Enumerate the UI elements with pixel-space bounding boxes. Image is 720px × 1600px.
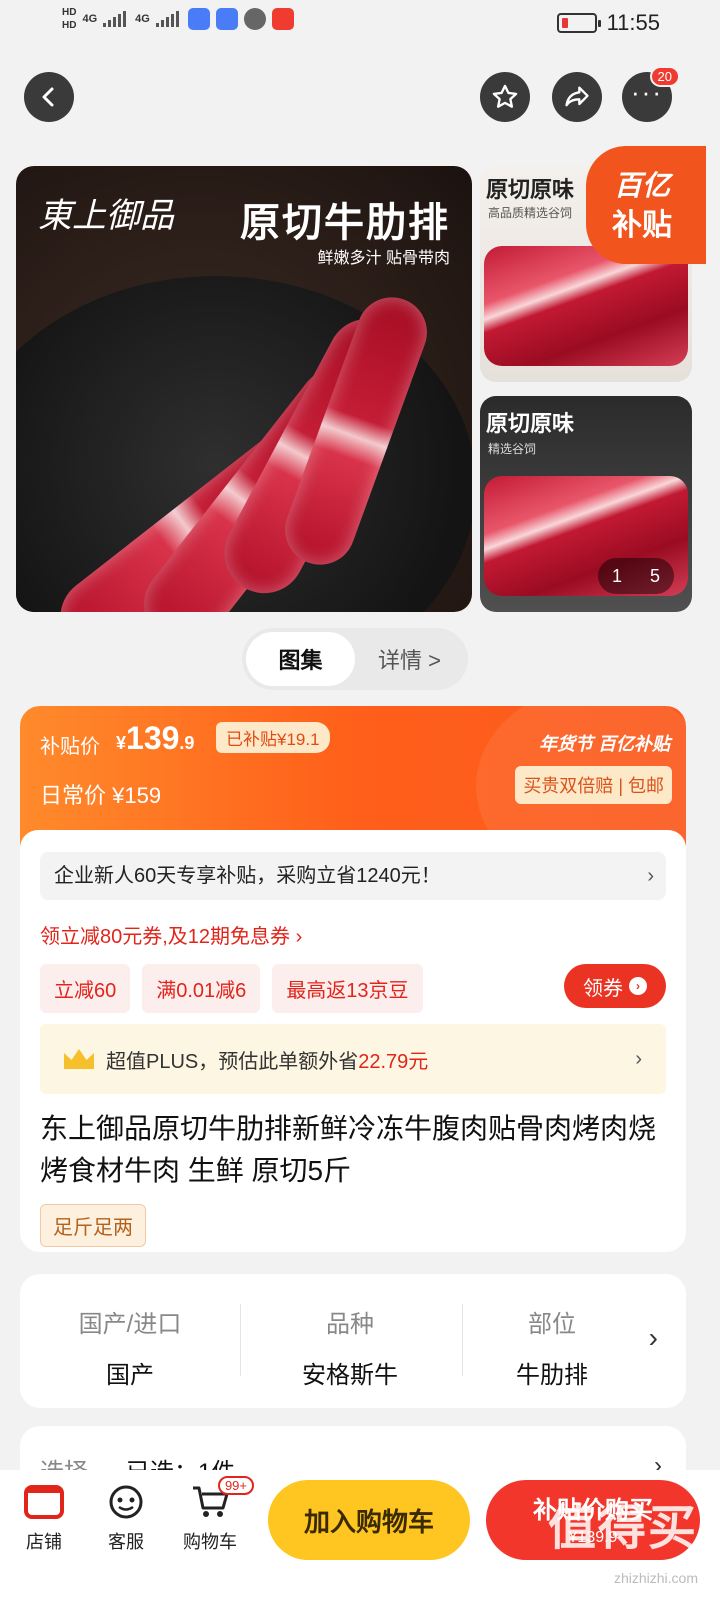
spec-value: 国产 — [106, 1362, 154, 1389]
spec-breed: 品种 安格斯牛 — [240, 1304, 460, 1390]
app-notification-icon — [187, 8, 210, 30]
store-label: 店铺 — [26, 1532, 62, 1552]
discount-chip[interactable]: 最高返13京豆 — [272, 964, 423, 1013]
hd-label-1: HD — [62, 7, 77, 18]
price-card: 补贴价 ¥139.9 已补贴¥19.1 日常价 ¥159 年货节 百亿补贴 买贵… — [20, 706, 686, 1252]
share-button[interactable] — [552, 72, 602, 122]
battery-icon — [556, 13, 601, 33]
thumbnail-2-title: 原切原味 — [486, 411, 575, 436]
cart-badge: 99+ — [217, 1476, 254, 1495]
gallery-detail-tabs: 图集 详情 > — [242, 628, 468, 690]
signal-icon-2 — [155, 11, 182, 27]
more-button[interactable]: ··· 20 — [622, 66, 680, 122]
service-label: 客服 — [108, 1532, 144, 1552]
clock: 11:55 — [606, 10, 660, 35]
watermark-url: zhizhizhi.com — [613, 1570, 698, 1586]
tab-gallery[interactable]: 图集 — [246, 632, 355, 686]
app-notification-icon-3 — [271, 8, 294, 30]
spec-card[interactable]: 国产/进口 国产 品种 安格斯牛 部位 牛肋排 › — [20, 1274, 686, 1408]
status-left: HD HD 4G 4G — [62, 6, 294, 32]
guarantee-badge[interactable]: 买贵双倍赔 | 包邮 — [515, 766, 672, 804]
hero-title: 原切牛肋排 — [240, 201, 450, 245]
subsidy-tag-line-1: 百亿 — [614, 170, 671, 201]
chevron-right-icon: › — [647, 865, 654, 887]
thumbnail-1-subtitle: 高品质精选谷饲 — [488, 206, 573, 220]
subsidy-tag-line-2: 补贴 — [612, 209, 672, 242]
back-arrow-icon — [42, 87, 54, 107]
store-icon — [24, 1484, 64, 1520]
subsidy-price: ¥139.9 — [116, 720, 194, 757]
subsidy-price-label: 补贴价 — [40, 736, 100, 758]
product-title: 东上御品原切牛肋排新鲜冷冻牛腹肉贴骨肉烤肉烧烤食材牛肉 生鲜 原切5斤 — [40, 1113, 657, 1186]
signal-1-label: 4G — [82, 13, 98, 25]
discount-chips: 立减60 满0.01减6 最高返13京豆 — [40, 964, 423, 1013]
daily-price: 日常价 ¥159 — [40, 778, 161, 810]
hero-subtitle: 鲜嫩多汁 贴骨带肉 — [317, 250, 450, 267]
chevron-right-icon: › — [635, 1047, 642, 1070]
hd-indicator: HD HD — [62, 6, 76, 32]
more-badge: 20 — [649, 66, 680, 87]
product-hero-image[interactable]: 東上御品 原切牛肋排 鲜嫩多汁 贴骨带肉 — [16, 166, 472, 612]
discount-chip[interactable]: 满0.01减6 — [142, 964, 261, 1013]
app-notification-icon-2 — [215, 8, 238, 30]
pager-total: 5 — [649, 565, 660, 586]
daily-price-label: 日常价 — [40, 783, 107, 808]
add-to-cart-button[interactable]: 加入购物车 — [268, 1480, 470, 1560]
spec-cut: 部位 牛肋排 — [462, 1304, 642, 1390]
enterprise-subsidy-banner[interactable]: 企业新人60天专享补贴，采购立省1240元！ › — [40, 852, 666, 900]
thumbnail-2-subtitle: 精选谷饲 — [488, 442, 537, 456]
spec-key: 品种 — [326, 1311, 374, 1338]
crown-icon — [64, 1049, 94, 1069]
signal-icon — [103, 11, 129, 27]
pager-current: 1 — [611, 565, 622, 586]
enterprise-subsidy-text: 企业新人60天专享补贴，采购立省1240元！ — [54, 865, 441, 887]
price-integer: 139 — [126, 720, 180, 756]
chevron-right-icon: › — [648, 1322, 658, 1353]
wechat-icon — [243, 8, 266, 30]
chat-face-icon — [106, 1484, 146, 1520]
arrow-right-icon: › — [629, 977, 647, 995]
status-right: 11:55 — [556, 10, 660, 36]
back-button[interactable] — [24, 72, 74, 122]
store-button[interactable]: 店铺 — [4, 1484, 84, 1554]
price-banner: 补贴价 ¥139.9 已补贴¥19.1 日常价 ¥159 年货节 百亿补贴 买贵… — [20, 706, 686, 886]
subsidized-amount-tag: 已补贴¥19.1 — [216, 722, 330, 753]
spec-value: 安格斯牛 — [302, 1362, 398, 1389]
price-decimal: .9 — [179, 733, 195, 753]
plus-savings-banner[interactable]: 超值PLUS，预估此单额外省 22.79元 › — [40, 1024, 666, 1094]
coupon-link[interactable]: 领立减80元券,及12期免息券 › — [40, 920, 302, 949]
spec-origin: 国产/进口 国产 — [20, 1304, 240, 1390]
cart-button[interactable]: 99+ 购物车 — [170, 1476, 254, 1554]
signal-2-label: 4G — [135, 13, 150, 25]
get-coupon-label: 领券 — [583, 977, 623, 1000]
cart-label: 购物车 — [183, 1532, 237, 1552]
thumbnail-1-title: 原切原味 — [486, 177, 575, 202]
watermark: 值得买 — [547, 1502, 698, 1555]
discount-chip[interactable]: 立减60 — [40, 964, 131, 1013]
product-page: HD HD 4G 4G 11:55 ··· 20 東上御品 原切牛肋排 鲜嫩多汁… — [0, 0, 720, 1600]
promo-section: 企业新人60天专享补贴，采购立省1240元！ › 领立减80元券,及12期免息券… — [20, 830, 686, 1252]
meat-graphic — [484, 246, 688, 366]
status-bar: HD HD 4G 4G 11:55 — [0, 0, 720, 50]
gallery-pager: 1 5 — [598, 558, 674, 594]
favorite-button[interactable] — [480, 72, 530, 122]
tab-details[interactable]: 详情 > — [355, 632, 464, 686]
spec-key: 国产/进口 — [78, 1311, 182, 1338]
festival-subsidy-link[interactable]: 年货节 百亿补贴 — [539, 730, 670, 756]
spec-key: 部位 — [528, 1311, 576, 1338]
customer-service-button[interactable]: 客服 — [86, 1484, 166, 1554]
hd-label-2: HD — [62, 20, 77, 31]
cart-icon: 99+ — [190, 1476, 254, 1520]
plus-savings-text: 超值PLUS，预估此单额外省 — [106, 1050, 359, 1073]
subsidy-corner-tag: 百亿 补贴 — [586, 146, 706, 264]
currency-symbol: ¥ — [116, 733, 127, 753]
plus-savings-amount: 22.79元 — [358, 1050, 429, 1073]
brand-logo: 東上御品 — [38, 196, 174, 236]
daily-price-value: ¥159 — [112, 783, 162, 808]
share-icon — [565, 86, 589, 107]
star-icon — [492, 84, 518, 108]
spec-value: 牛肋排 — [516, 1362, 588, 1389]
product-tag: 足斤足两 — [40, 1204, 146, 1247]
get-coupon-button[interactable]: 领券 › — [564, 964, 666, 1008]
